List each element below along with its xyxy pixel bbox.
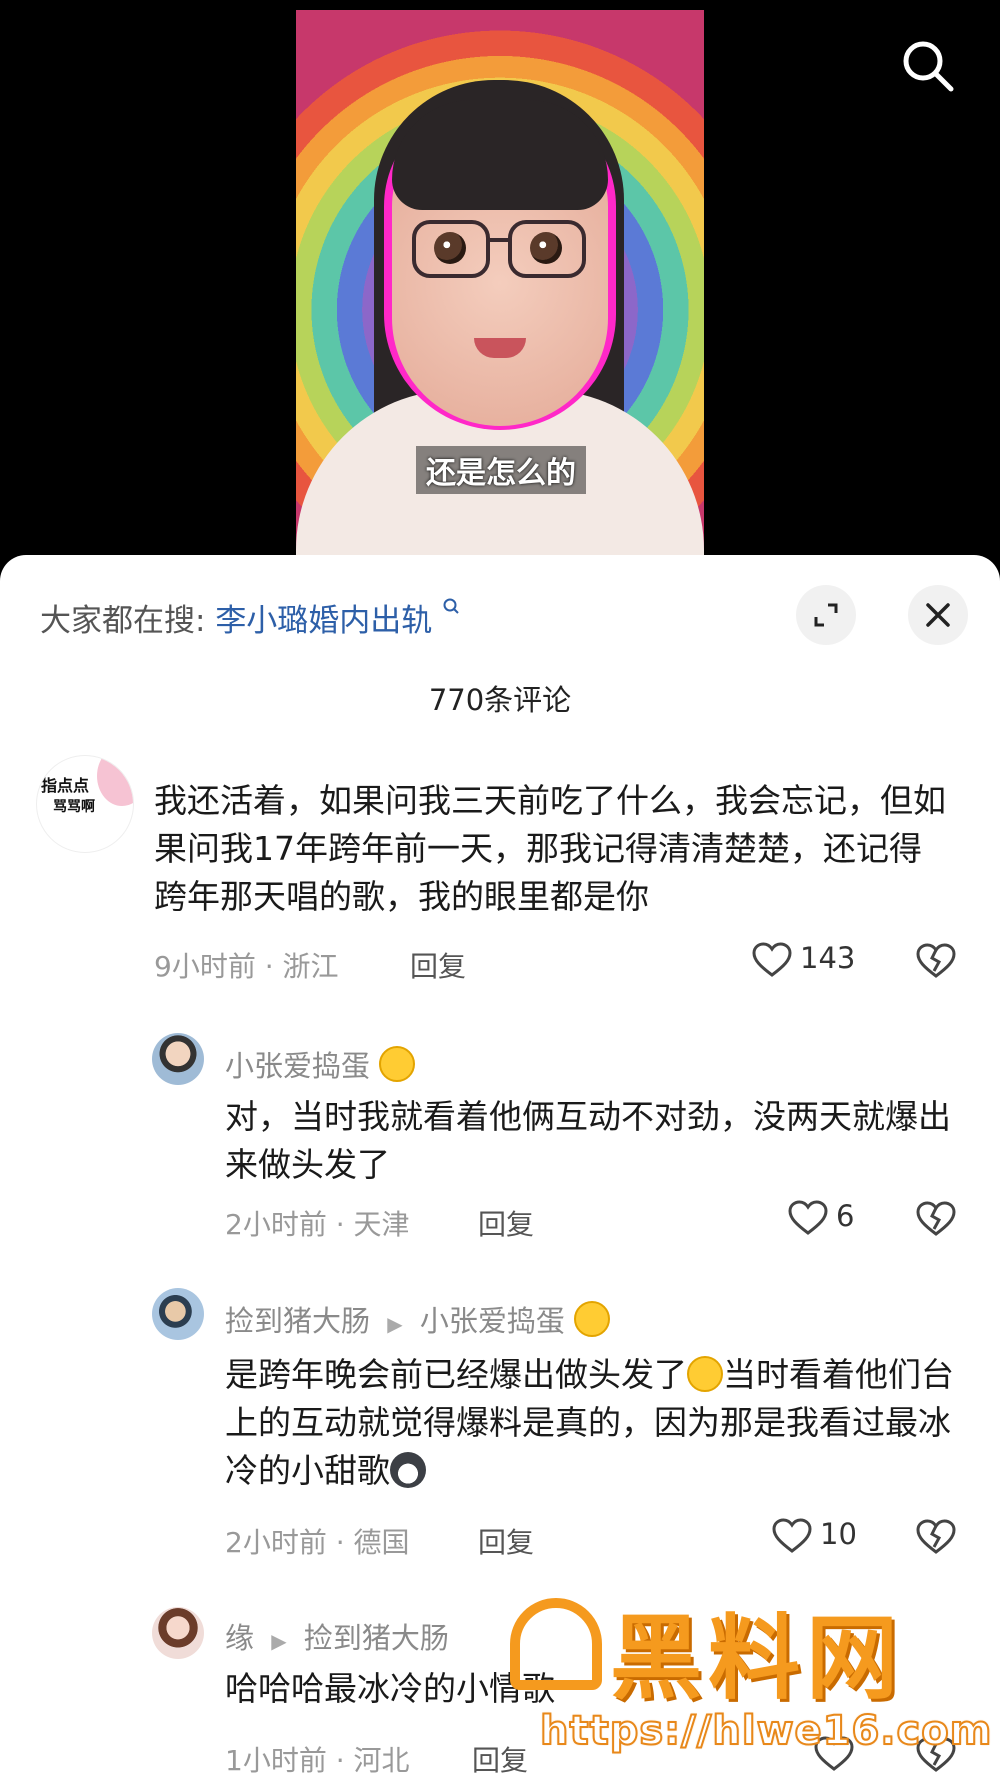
close-button[interactable] <box>908 585 968 645</box>
glasses-left-lens <box>412 220 490 278</box>
reply-text-part1: 是跨年晚会前已经爆出做头发了 <box>225 1355 687 1394</box>
main-comment-like-count: 143 <box>800 941 856 975</box>
watermark-url: https://hlwe16.com <box>539 1707 993 1755</box>
hot-search-term[interactable]: 李小璐婚内出轨 <box>215 603 432 639</box>
avatar-decoration <box>97 756 133 806</box>
close-icon <box>926 603 950 627</box>
reply-reply-button[interactable]: 回复 <box>478 1203 534 1243</box>
comment-count: 770条评论 <box>0 677 1000 719</box>
glasses-right-lens <box>508 220 586 278</box>
avatar-bangs <box>392 100 608 210</box>
watermark-logo-icon <box>510 1598 602 1690</box>
watermark-title: 黑料网 <box>610 1605 905 1712</box>
avatar[interactable] <box>152 1607 204 1659</box>
reply-like-button[interactable]: 6 <box>788 1199 854 1236</box>
expand-button[interactable] <box>796 585 856 645</box>
watermark: 黑料网 https://hlwe16.com <box>510 1590 993 1780</box>
hot-search-magnifier-icon <box>443 598 459 614</box>
reply-like-count: 6 <box>836 1199 855 1233</box>
glasses-bridge <box>486 238 512 242</box>
main-comment-text: 我还活着，如果问我三天前吃了什么，我会忘记，但如果问我17年跨年前一天，那我记得… <box>154 781 946 916</box>
reply-to-name: 小张爱捣蛋 <box>419 1304 565 1338</box>
main-comment-dislike-button[interactable] <box>916 943 956 983</box>
avatar[interactable] <box>152 1288 204 1340</box>
reply-author-name: 捡到猪大肠 <box>225 1304 371 1338</box>
reply-author[interactable]: 缘 ▶ 捡到猪大肠 <box>225 1615 449 1657</box>
reply-dislike-button[interactable] <box>916 1519 956 1559</box>
avatar[interactable]: 指点点 骂骂啊 <box>36 755 134 853</box>
heart-icon <box>772 1518 812 1553</box>
main-comment-reply-button[interactable]: 回复 <box>410 945 466 985</box>
reply-author[interactable]: 捡到猪大肠 ▶ 小张爱捣蛋 <box>225 1298 611 1340</box>
heart-icon <box>752 942 792 977</box>
reply-time-location: 2小时前 · 德国 <box>225 1526 410 1559</box>
reply-arrow-icon: ▶ <box>387 1312 403 1336</box>
upside-down-face-emoji-icon <box>379 1046 416 1082</box>
video-frame[interactable]: 还是怎么的 <box>296 10 704 555</box>
comment-count-label: 770条评论 <box>428 683 572 717</box>
broken-heart-icon <box>916 943 956 978</box>
heart-icon <box>788 1200 828 1235</box>
reply-dislike-button[interactable] <box>916 1201 956 1241</box>
video-subtitle: 还是怎么的 <box>416 446 586 494</box>
reply-author-name: 缘 <box>225 1621 255 1655</box>
hot-search-prefix: 大家都在搜: <box>40 603 206 639</box>
reply-author-name: 小张爱捣蛋 <box>225 1049 371 1083</box>
reply-author[interactable]: 小张爱捣蛋 <box>225 1043 416 1085</box>
hot-search-bar[interactable]: 大家都在搜: 李小璐婚内出轨 <box>40 595 462 640</box>
avatar-text-line1: 指点点 <box>41 776 90 795</box>
reply-time-location: 2小时前 · 天津 <box>225 1208 410 1241</box>
broken-heart-icon <box>916 1201 956 1236</box>
reply-text: 对，当时我就看着他俩互动不对劲，没两天就爆出来做头发了 <box>225 1097 951 1184</box>
video-player[interactable]: 还是怎么的 <box>0 0 1000 575</box>
upside-down-face-emoji-icon <box>574 1301 611 1337</box>
broken-heart-icon <box>916 1519 956 1554</box>
reply-arrow-icon: ▶ <box>271 1629 287 1653</box>
husky-dog-emoji-icon <box>390 1452 426 1488</box>
main-comment-like-button[interactable]: 143 <box>752 941 855 978</box>
reply-time-location: 1小时前 · 河北 <box>225 1744 410 1777</box>
main-comment-time-location: 9小时前 · 浙江 <box>154 950 339 983</box>
avatar[interactable] <box>152 1033 204 1085</box>
laughing-crying-emoji-icon <box>687 1356 723 1392</box>
search-icon[interactable] <box>900 38 956 94</box>
reply-to-name: 捡到猪大肠 <box>303 1621 449 1655</box>
reply-reply-button[interactable]: 回复 <box>478 1521 534 1561</box>
reply-like-button[interactable]: 10 <box>772 1517 857 1554</box>
reply-text: 是跨年晚会前已经爆出做头发了 当时看着他们台上的互动就觉得爆料是真的，因为那是我看… <box>225 1351 965 1495</box>
reply-like-count: 10 <box>820 1517 857 1551</box>
expand-icon <box>814 603 838 627</box>
avatar-text-line2: 骂骂啊 <box>53 799 95 815</box>
